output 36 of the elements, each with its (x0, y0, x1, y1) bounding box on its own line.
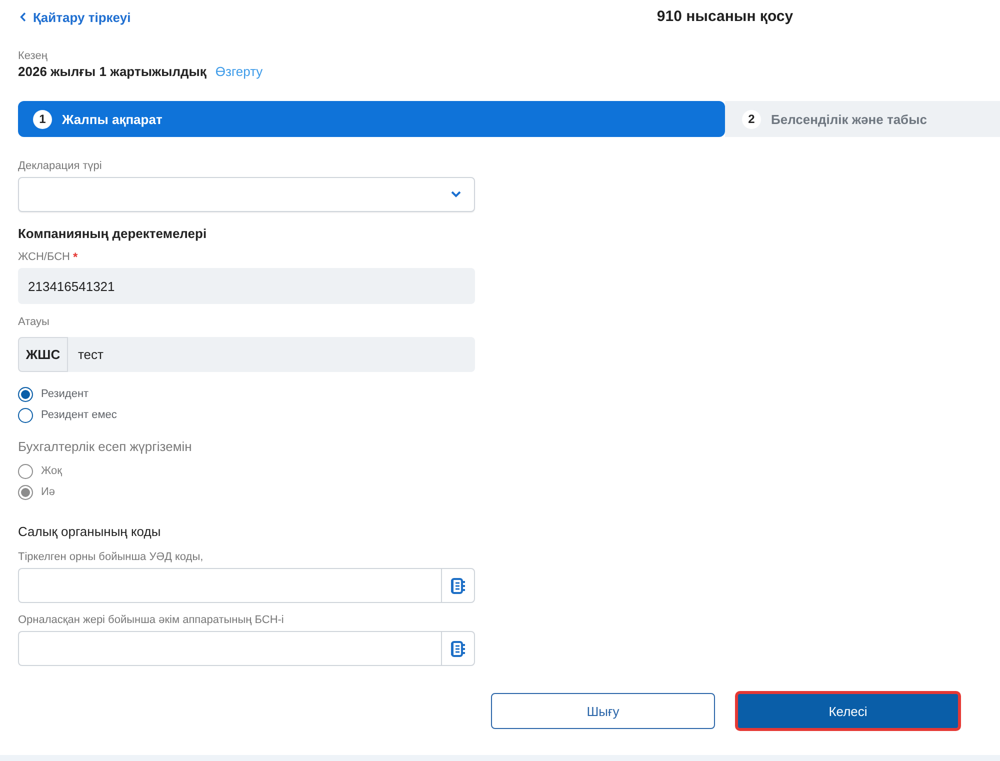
section-heading: Компанияның деректемелері (18, 225, 207, 242)
next-button[interactable]: Келесі (735, 691, 961, 731)
chevron-down-icon (451, 191, 461, 198)
field-label: ЖСН/БСН (18, 250, 70, 264)
iin-bin-input[interactable]: 213416541321 (18, 268, 475, 304)
chevron-left-icon (20, 12, 26, 22)
radio-button[interactable] (18, 408, 33, 422)
section-heading: Салық органының коды (18, 523, 161, 540)
lookup-button[interactable] (441, 631, 475, 666)
company-name-input[interactable]: тест (68, 337, 475, 372)
period-label: Кезең (18, 49, 48, 63)
period-value: 2026 жылғы 1 жартыжылдық (18, 64, 206, 79)
code-input[interactable] (18, 631, 441, 666)
section-heading: Бухгалтерлік есеп жүргіземін (18, 438, 192, 455)
page-title: 910 нысанын қосу (656, 8, 794, 25)
radio-button[interactable] (18, 386, 33, 402)
field-label: Атауы (18, 315, 50, 329)
step-tab[interactable]: 1 Жалпы ақпарат (18, 101, 725, 137)
legal-form-prefix: ЖШС (18, 337, 68, 372)
field-label: Декларация түрі (18, 159, 102, 173)
lookup-button[interactable] (441, 568, 475, 603)
notebook-icon (451, 578, 465, 594)
step-number: 2 (742, 110, 761, 128)
step-number: 1 (33, 110, 52, 128)
radio-label: Иә (41, 486, 56, 498)
exit-button[interactable]: Шығу (491, 693, 715, 729)
step-tab[interactable]: 2 Белсенділік және табыс (725, 101, 1000, 137)
required-mark: * (72, 250, 78, 264)
notebook-icon (451, 640, 465, 656)
radio-label: Резидент емес (41, 409, 117, 421)
field-label: Тіркелген орны бойынша УӘД коды, (18, 550, 204, 564)
back-link[interactable]: Қайтару тіркеуі (20, 10, 131, 24)
radio-label: Резидент (41, 388, 89, 400)
code-input[interactable] (18, 568, 441, 603)
radio-label: Жоқ (41, 465, 62, 477)
field-label: Орналасқан жері бойынша әкім аппаратының БСН-і (18, 613, 284, 627)
